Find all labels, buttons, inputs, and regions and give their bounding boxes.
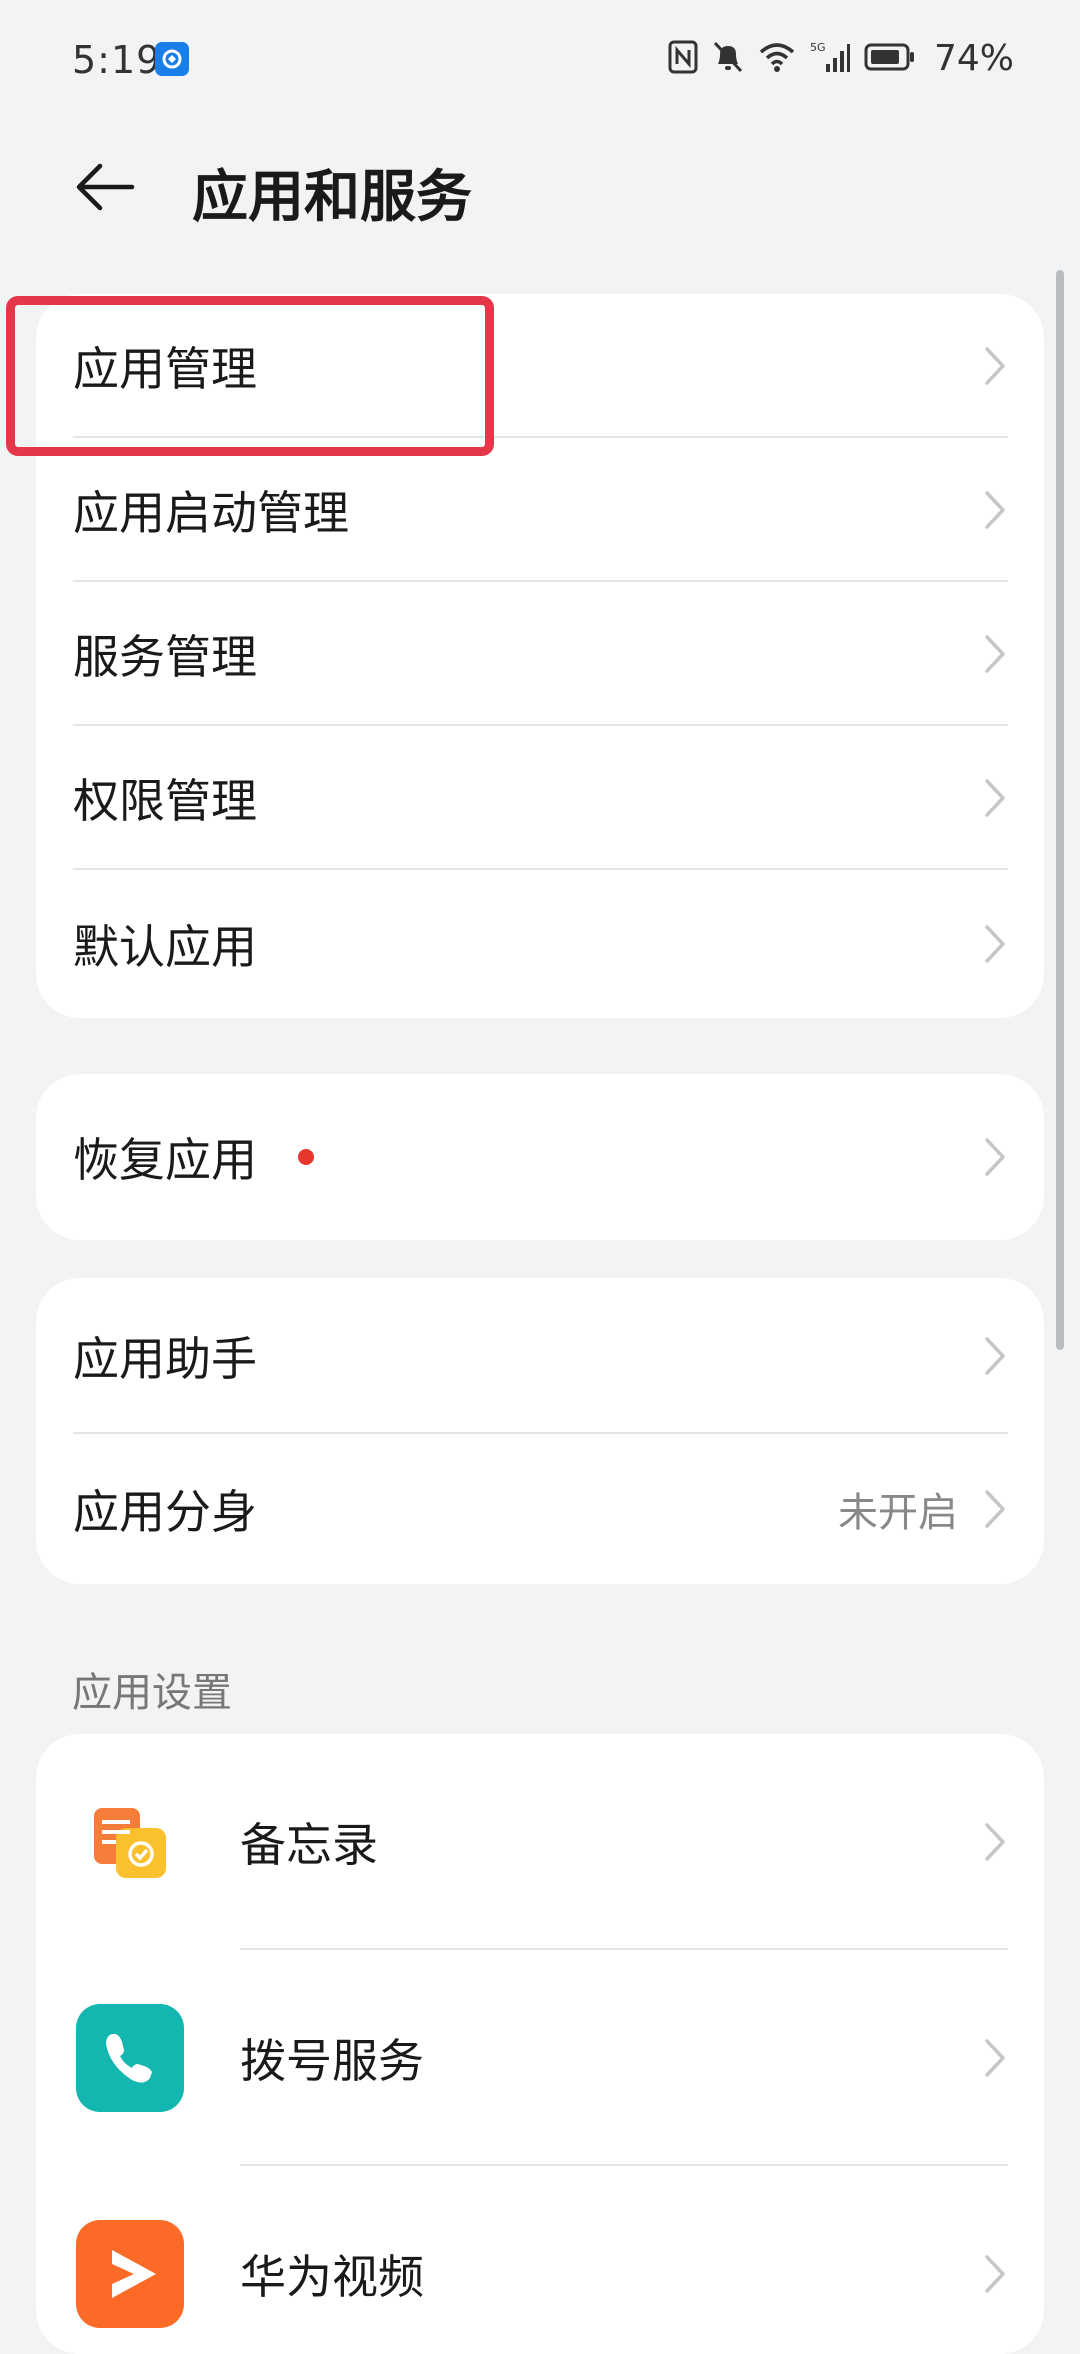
chevron-right-icon <box>985 1490 1005 1528</box>
app-assistant-card: 应用助手 应用分身 未开启 <box>36 1278 1044 1584</box>
list-item-permission-management[interactable]: 权限管理 <box>36 726 1044 870</box>
chevron-right-icon <box>985 1138 1005 1176</box>
restore-apps-card: 恢复应用 <box>36 1074 1044 1240</box>
chevron-right-icon <box>985 1337 1005 1375</box>
notes-app-icon <box>76 1788 184 1896</box>
list-item-app-startup-management[interactable]: 应用启动管理 <box>36 438 1044 582</box>
list-item-huawei-video[interactable]: 华为视频 <box>36 2166 1044 2354</box>
list-item-restore-apps[interactable]: 恢复应用 <box>36 1074 1044 1240</box>
chevron-right-icon <box>985 2039 1005 2077</box>
title-bar: 应用和服务 <box>0 130 1080 240</box>
chevron-right-icon <box>985 1823 1005 1861</box>
chevron-right-icon <box>985 2255 1005 2293</box>
list-item-label: 华为视频 <box>240 2250 424 2304</box>
chevron-right-icon <box>985 635 1005 673</box>
list-item-app-twin[interactable]: 应用分身 未开启 <box>36 1434 1044 1584</box>
highlight-annotation <box>6 296 494 456</box>
list-item-label: 服务管理 <box>73 630 257 684</box>
list-item-label: 应用分身 <box>73 1485 257 1539</box>
scrollbar[interactable] <box>1056 270 1064 1350</box>
list-item-label: 恢复应用 <box>73 1133 257 1187</box>
list-item-app-assistant[interactable]: 应用助手 <box>36 1278 1044 1434</box>
list-item-service-management[interactable]: 服务管理 <box>36 582 1044 726</box>
status-icons: 5G 74% <box>668 38 1014 79</box>
list-item-notes[interactable]: 备忘录 <box>36 1734 1044 1950</box>
list-item-dialer-service[interactable]: 拨号服务 <box>36 1950 1044 2166</box>
notification-app-icon <box>155 42 189 76</box>
list-item-label: 默认应用 <box>73 920 257 974</box>
chevron-right-icon <box>985 491 1005 529</box>
chevron-right-icon <box>985 779 1005 817</box>
status-bar: 5:19 5G 74% <box>0 0 1080 120</box>
page-title: 应用和服务 <box>192 165 472 230</box>
battery-icon <box>864 42 916 76</box>
wifi-icon <box>758 41 796 77</box>
status-time: 5:19 <box>72 38 162 82</box>
nfc-icon <box>668 40 698 78</box>
section-header-app-settings: 应用设置 <box>72 1670 232 1716</box>
list-item-label: 权限管理 <box>73 774 257 828</box>
list-item-label: 应用助手 <box>73 1332 257 1386</box>
chevron-right-icon <box>985 925 1005 963</box>
battery-percentage: 74% <box>933 38 1014 79</box>
5g-signal-icon: 5G <box>810 40 850 78</box>
list-item-default-apps[interactable]: 默认应用 <box>36 870 1044 1018</box>
chevron-right-icon <box>985 347 1005 385</box>
back-arrow-icon <box>76 163 135 211</box>
new-badge-dot <box>298 1149 314 1165</box>
app-settings-card: 备忘录 拨号服务 华为视频 <box>36 1734 1044 2354</box>
list-item-label: 备忘录 <box>240 1818 378 1872</box>
svg-text:5G: 5G <box>810 41 826 54</box>
back-button[interactable] <box>70 152 150 222</box>
list-item-label: 应用启动管理 <box>73 486 349 540</box>
mute-bell-icon <box>712 40 744 78</box>
phone-app-icon <box>76 2004 184 2112</box>
list-item-label: 拨号服务 <box>240 2034 424 2088</box>
video-app-icon <box>76 2220 184 2328</box>
app-twin-status: 未开启 <box>838 1490 958 1536</box>
